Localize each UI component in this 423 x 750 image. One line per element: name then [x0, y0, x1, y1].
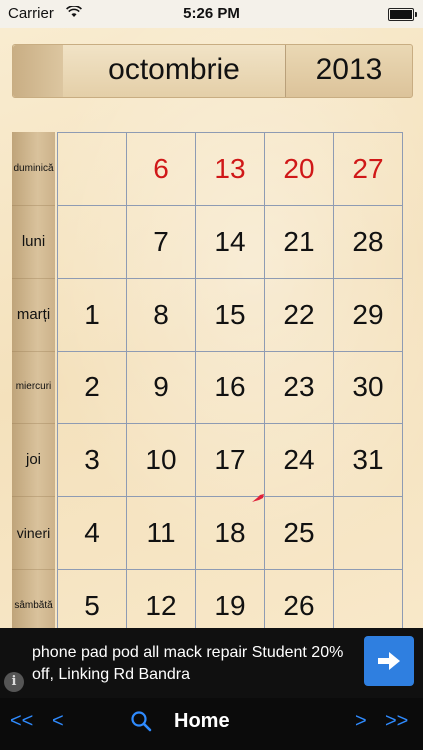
day-cell[interactable]: 15 [196, 278, 265, 352]
day-cell[interactable]: 30 [334, 351, 403, 425]
day-cell[interactable]: 11 [127, 497, 196, 571]
day-cell[interactable] [58, 133, 127, 206]
day-cell[interactable]: 27 [334, 133, 403, 206]
day-cell[interactable]: 13 [196, 133, 265, 206]
day-cell[interactable]: 3 [58, 424, 127, 498]
day-cell[interactable]: 31 [334, 424, 403, 498]
weekday-label: marți [12, 278, 55, 352]
day-cell[interactable]: 14 [196, 205, 265, 279]
weekday-label: vineri [12, 496, 55, 571]
day-cell[interactable]: 22 [265, 278, 334, 352]
weekday-column: duminică luni marți miercuri joi vineri sâmbăt… [12, 132, 55, 643]
day-cell[interactable]: 9 [127, 351, 196, 425]
day-cell[interactable] [334, 497, 403, 571]
status-time: 5:26 PM [183, 5, 240, 22]
day-cell[interactable]: 21 [265, 205, 334, 279]
day-cell[interactable]: 23 [265, 351, 334, 425]
day-cell[interactable]: 25 [265, 497, 334, 571]
day-cell[interactable]: 10 [127, 424, 196, 498]
ad-text[interactable]: phone pad pod all mack repair Student 20… [32, 642, 352, 686]
pin-icon [252, 494, 264, 502]
ad-info-icon[interactable]: i [4, 672, 24, 692]
header-tab [13, 45, 64, 97]
search-icon[interactable] [130, 710, 152, 738]
day-cell[interactable]: 28 [334, 205, 403, 279]
next-button[interactable]: > [355, 710, 367, 733]
day-cell[interactable]: 8 [127, 278, 196, 352]
day-cell[interactable]: 4 [58, 497, 127, 571]
weekday-label: miercuri [12, 351, 55, 425]
bottom-toolbar: << < Home > >> [0, 698, 423, 750]
month-name[interactable]: octombrie [63, 45, 286, 97]
prev-button[interactable]: < [52, 710, 64, 733]
battery-fill [390, 10, 412, 19]
day-cell[interactable] [58, 205, 127, 279]
weekday-label: luni [12, 205, 55, 279]
day-cell[interactable]: 29 [334, 278, 403, 352]
calendar-grid: 6 13 20 27 7 14 21 28 1 8 15 22 29 2 9 16 23 30 3 10 17 24 31 4… [57, 132, 403, 643]
day-cell[interactable]: 24 [265, 424, 334, 498]
day-cell[interactable]: 16 [196, 351, 265, 425]
day-cell[interactable]: 7 [127, 205, 196, 279]
day-cell[interactable]: 17 [196, 424, 265, 498]
battery-icon [388, 8, 417, 21]
day-cell[interactable]: 18 [196, 497, 265, 571]
calendar-header: octombrie 2013 [12, 44, 413, 98]
weekday-label: joi [12, 423, 55, 498]
ad-banner[interactable]: phone pad pod all mack repair Student 20… [0, 628, 423, 698]
last-button[interactable]: >> [385, 710, 408, 733]
year-label[interactable]: 2013 [286, 45, 412, 97]
day-cell[interactable]: 1 [58, 278, 127, 352]
first-button[interactable]: << [10, 710, 33, 733]
ad-arrow-button[interactable] [364, 636, 414, 686]
day-cell[interactable]: 2 [58, 351, 127, 425]
weekday-label: duminică [12, 132, 55, 206]
day-cell[interactable]: 20 [265, 133, 334, 206]
calendar-page: octombrie 2013 duminică luni marți miercuri… [0, 28, 423, 643]
arrow-right-icon [378, 652, 400, 670]
day-cell[interactable]: 6 [127, 133, 196, 206]
status-bar: Carrier 5:26 PM [0, 0, 423, 28]
home-button[interactable]: Home [174, 710, 230, 733]
